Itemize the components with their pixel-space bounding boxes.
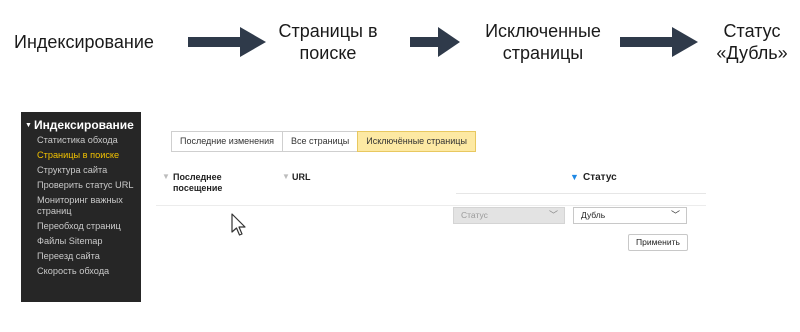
sidebar-item-check-url-status[interactable]: Проверить статус URL (21, 180, 141, 191)
arrow-right-icon (620, 27, 698, 57)
mouse-pointer-icon (231, 213, 247, 242)
filter-field-value: Статус (461, 210, 488, 220)
filter-value-select[interactable]: Дубль ﹀ (573, 207, 687, 224)
column-header-last-visit[interactable]: Последнее посещение (173, 172, 243, 194)
sidebar-item-recrawl-pages[interactable]: Переобход страниц (21, 221, 141, 232)
tab-recent-changes[interactable]: Последние изменения (171, 131, 283, 152)
tab-excluded-pages[interactable]: Исключённые страницы (357, 131, 476, 152)
tab-all-pages[interactable]: Все страницы (281, 131, 359, 152)
sidebar: ▼ Индексирование Статистика обхода Страни… (21, 112, 141, 302)
funnel-active-icon[interactable]: ▼ (570, 172, 579, 182)
apply-button[interactable]: Применить (628, 234, 688, 251)
funnel-icon[interactable]: ▼ (162, 172, 170, 182)
chevron-down-icon: ﹀ (670, 210, 680, 220)
arrow-right-icon (188, 27, 266, 57)
arrow-right-icon (410, 27, 460, 57)
flow-step-excluded-pages: Исключенные страницы (485, 21, 601, 63)
divider (456, 193, 706, 194)
caret-down-icon: ▼ (25, 122, 32, 129)
sidebar-item-sitemap-files[interactable]: Файлы Sitemap (21, 236, 141, 247)
sidebar-item-site-move[interactable]: Переезд сайта (21, 251, 141, 262)
flow-step-indexing: Индексирование (14, 32, 154, 52)
sidebar-item-pages-in-search[interactable]: Страницы в поиске (21, 150, 141, 161)
column-header-status[interactable]: Статус (583, 172, 617, 183)
sidebar-item-crawl-rate[interactable]: Скорость обхода (21, 266, 141, 277)
sidebar-item-crawl-stats[interactable]: Статистика обхода (21, 135, 141, 146)
sidebar-item-important-pages-monitoring[interactable]: Мониторинг важных страниц (21, 195, 141, 217)
funnel-icon[interactable]: ▼ (282, 172, 290, 182)
chevron-down-icon: ﹀ (548, 210, 558, 220)
sidebar-item-site-structure[interactable]: Структура сайта (21, 165, 141, 176)
column-header-url[interactable]: URL (292, 172, 311, 183)
flow-step-pages-in-search: Страницы в поиске (278, 21, 378, 63)
divider (156, 205, 706, 206)
page-tabs: Последние изменения Все страницы Исключё… (171, 131, 476, 152)
flow-step-status-duplicate: Статус «Дубль» (716, 21, 788, 63)
filter-value-text: Дубль (581, 210, 606, 220)
sidebar-heading-label: Индексирование (33, 118, 134, 132)
filter-field-select[interactable]: Статус ﹀ (453, 207, 565, 224)
sidebar-heading[interactable]: ▼ Индексирование (21, 117, 141, 135)
